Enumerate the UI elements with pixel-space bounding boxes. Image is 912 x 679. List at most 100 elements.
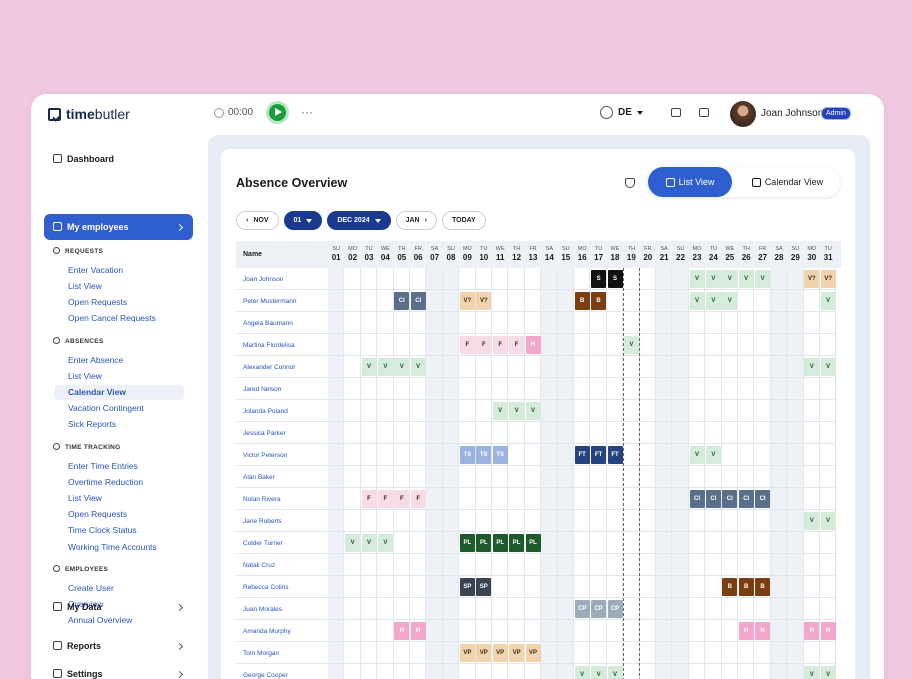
day-cell[interactable] xyxy=(672,312,689,334)
day-cell[interactable] xyxy=(394,664,410,679)
day-cell[interactable] xyxy=(475,554,492,576)
day-cell[interactable] xyxy=(590,554,607,576)
day-cell[interactable] xyxy=(557,664,574,679)
day-cell[interactable] xyxy=(803,334,820,356)
day-cell[interactable] xyxy=(590,466,607,488)
day-cell[interactable] xyxy=(442,664,460,679)
absence-mark[interactable]: V? xyxy=(804,270,820,288)
day-cell[interactable] xyxy=(656,466,673,488)
day-cell[interactable] xyxy=(590,488,607,510)
day-cell[interactable] xyxy=(672,378,689,400)
day-cell[interactable] xyxy=(754,664,771,679)
day-cell[interactable] xyxy=(328,268,345,290)
day-cell[interactable] xyxy=(508,488,525,510)
day-cell[interactable] xyxy=(393,576,410,598)
day-cell[interactable] xyxy=(721,466,738,488)
list-view-button[interactable]: List View xyxy=(648,167,732,197)
day-cell[interactable] xyxy=(393,312,410,334)
day-cell[interactable] xyxy=(541,642,558,664)
day-cell[interactable] xyxy=(754,356,771,378)
day-cell[interactable] xyxy=(492,554,509,576)
day-cell[interactable] xyxy=(606,642,624,664)
day-cell[interactable] xyxy=(705,466,722,488)
day-cell[interactable] xyxy=(656,312,673,334)
absence-mark[interactable]: V xyxy=(377,358,393,376)
day-cell[interactable] xyxy=(656,664,673,679)
day-cell[interactable] xyxy=(328,664,345,679)
day-cell[interactable] xyxy=(508,620,525,642)
day-cell[interactable] xyxy=(410,664,427,679)
day-cell[interactable] xyxy=(459,554,476,576)
day-cell[interactable] xyxy=(508,598,525,620)
day-cell[interactable] xyxy=(803,378,820,400)
day-cell[interactable] xyxy=(639,444,656,466)
absence-mark[interactable]: PL xyxy=(509,534,525,552)
day-cell[interactable] xyxy=(787,532,804,554)
day-cell[interactable] xyxy=(442,356,460,378)
day-cell[interactable] xyxy=(770,444,788,466)
absence-mark[interactable]: V xyxy=(689,292,705,310)
day-cell[interactable] xyxy=(328,510,345,532)
day-cell[interactable] xyxy=(361,664,378,679)
day-cell[interactable] xyxy=(524,422,542,444)
day-cell[interactable] xyxy=(705,620,722,642)
day-cell[interactable] xyxy=(557,290,574,312)
day-cell[interactable] xyxy=(820,334,837,356)
day-cell[interactable] xyxy=(492,664,509,679)
day-cell[interactable] xyxy=(492,598,509,620)
day-cell[interactable] xyxy=(770,268,788,290)
day-cell[interactable] xyxy=(656,642,673,664)
absence-mark[interactable]: H xyxy=(820,622,836,640)
day-cell[interactable] xyxy=(541,488,558,510)
day-cell[interactable] xyxy=(541,510,558,532)
day-cell[interactable] xyxy=(590,356,607,378)
day-cell[interactable] xyxy=(688,422,706,444)
day-cell[interactable] xyxy=(557,400,574,422)
sidebar-item-dashboard[interactable]: Dashboard xyxy=(53,154,114,164)
day-cell[interactable] xyxy=(393,466,410,488)
day-cell[interactable] xyxy=(639,312,656,334)
day-cell[interactable] xyxy=(770,532,788,554)
absence-mark[interactable]: V xyxy=(738,270,754,288)
day-cell[interactable] xyxy=(574,642,591,664)
day-cell[interactable] xyxy=(426,268,443,290)
day-cell[interactable] xyxy=(328,444,345,466)
absence-mark[interactable]: F xyxy=(361,490,377,508)
day-cell[interactable] xyxy=(475,488,492,510)
day-cell[interactable] xyxy=(606,576,624,598)
day-cell[interactable] xyxy=(344,620,361,642)
day-cell[interactable] xyxy=(672,268,689,290)
day-cell[interactable] xyxy=(426,532,443,554)
day-cell[interactable] xyxy=(820,444,837,466)
day-cell[interactable] xyxy=(426,664,443,679)
absence-mark[interactable]: CP xyxy=(607,600,623,618)
day-cell[interactable] xyxy=(328,488,345,510)
day-cell[interactable] xyxy=(475,378,492,400)
absence-mark[interactable]: V xyxy=(804,512,820,530)
day-cell[interactable] xyxy=(787,510,804,532)
day-cell[interactable] xyxy=(574,312,591,334)
day-cell[interactable] xyxy=(344,598,361,620)
day-cell[interactable] xyxy=(344,422,361,444)
day-cell[interactable] xyxy=(672,444,689,466)
day-cell[interactable] xyxy=(524,488,542,510)
day-cell[interactable] xyxy=(770,620,788,642)
day-cell[interactable] xyxy=(557,268,574,290)
day-cell[interactable] xyxy=(344,664,361,679)
day-cell[interactable] xyxy=(803,444,820,466)
absence-mark[interactable]: V xyxy=(607,666,623,679)
day-cell[interactable] xyxy=(541,334,558,356)
day-cell[interactable] xyxy=(442,334,460,356)
absence-mark[interactable]: H xyxy=(755,622,771,640)
day-cell[interactable] xyxy=(328,422,345,444)
day-cell[interactable] xyxy=(820,466,837,488)
day-cell[interactable] xyxy=(590,400,607,422)
day-cell[interactable] xyxy=(754,400,771,422)
day-cell[interactable] xyxy=(410,312,427,334)
day-cell[interactable] xyxy=(508,312,525,334)
day-cell[interactable] xyxy=(492,576,509,598)
day-cell[interactable] xyxy=(787,268,804,290)
day-cell[interactable] xyxy=(672,620,689,642)
day-cell[interactable] xyxy=(590,334,607,356)
day-cell[interactable] xyxy=(803,312,820,334)
